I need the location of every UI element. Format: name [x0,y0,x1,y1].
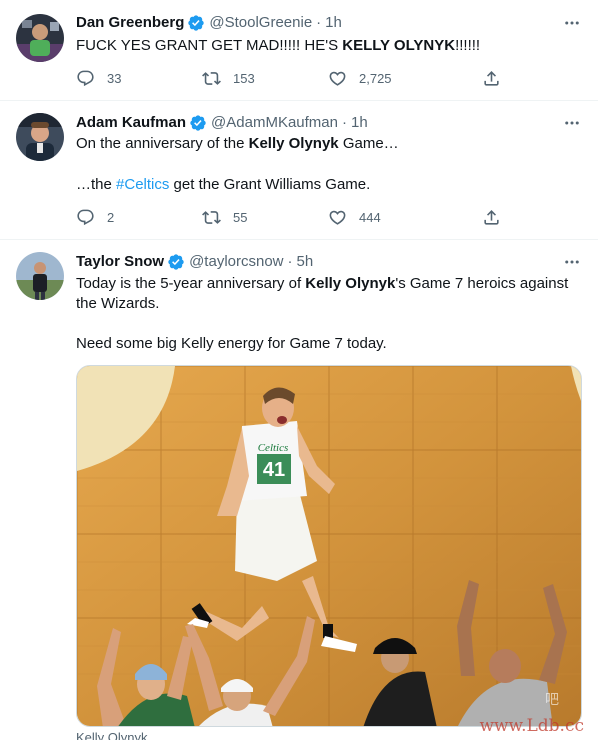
text-segment: …the [76,176,117,193]
reply-icon [76,208,95,227]
like-button[interactable]: 444 [328,208,454,227]
text-segment: Today is the 5-year anniversary of [76,275,306,292]
text-bold: Kelly Olynyk [305,275,396,292]
retweet-count: 55 [233,209,248,225]
more-icon[interactable] [560,251,584,273]
tweet-text-para-2: Need some big Kelly energy for Game 7 to… [76,334,582,354]
author-handle[interactable]: @AdamMKaufman [211,112,338,134]
more-icon[interactable] [560,12,584,34]
timestamp[interactable]: 5h [297,251,314,273]
like-icon [328,69,347,88]
tweet-actions: 2 55 444 [76,206,500,228]
verified-badge-icon [189,114,207,132]
author-handle[interactable]: @taylorcsnow [189,251,283,273]
watermark-cn: 吧 [545,692,559,708]
text-segment: !!!!!! [455,37,481,54]
tweet-media-photo[interactable]: 41 Celtics 吧 [76,365,582,727]
text-segment: Need some big Kelly energy for Game 7 to… [76,335,387,352]
avatar[interactable] [16,14,64,62]
tweet-header: Adam Kaufman @AdamMKaufman · 1h [76,112,368,134]
verified-badge-icon [167,253,185,271]
share-icon[interactable] [482,208,501,227]
verified-badge-icon [187,14,205,32]
text-segment: get the Grant Williams Game. [169,176,371,193]
retweet-button[interactable]: 153 [202,69,328,88]
retweet-icon [202,208,221,227]
text-segment: FUCK YES GRANT GET MAD!!!!! HE'S [76,37,343,54]
like-count: 2,725 [359,70,392,86]
like-button[interactable]: 2,725 [328,69,454,88]
reply-button[interactable]: 33 [76,69,202,88]
tweet-1[interactable]: Dan Greenberg @StoolGreenie · 1h FUCK YE… [0,0,598,101]
tweet-text-line-1: On the anniversary of the Kelly Olynyk G… [76,134,582,154]
tweet-text-line-2: …the #Celtics get the Grant Williams Gam… [76,175,582,195]
like-count: 444 [359,209,381,225]
separator-dot: · [287,253,293,270]
author-name[interactable]: Taylor Snow [76,251,164,273]
timestamp[interactable]: 1h [325,12,342,34]
retweet-icon [202,69,221,88]
separator-dot: · [316,14,322,31]
like-icon [328,208,347,227]
reply-count: 33 [107,70,122,86]
jersey-text: Celtics [258,442,289,454]
watermark: www.Ldb.cc [479,716,584,736]
avatar[interactable] [16,113,64,161]
text-bold: Kelly Olynyk [248,135,339,152]
tweet-header: Taylor Snow @taylorcsnow · 5h [76,251,313,273]
jersey-number: 41 [263,459,285,481]
reply-button[interactable]: 2 [76,208,202,227]
tweet-text: FUCK YES GRANT GET MAD!!!!! HE'S KELLY O… [76,36,582,56]
media-caption: Kelly Olynyk [76,730,148,740]
text-segment: On the anniversary of the [76,135,249,152]
tweet-header: Dan Greenberg @StoolGreenie · 1h [76,12,342,34]
author-name[interactable]: Adam Kaufman [76,112,186,134]
timestamp[interactable]: 1h [351,112,368,134]
author-handle[interactable]: @StoolGreenie [209,12,312,34]
tweet-text-para-1: Today is the 5-year anniversary of Kelly… [76,274,576,314]
retweet-count: 153 [233,70,255,86]
retweet-button[interactable]: 55 [202,208,328,227]
tweet-actions: 33 153 2,725 [76,67,500,89]
hashtag-link[interactable]: #Celtics [116,176,169,193]
more-icon[interactable] [560,112,584,134]
separator-dot: · [341,114,347,131]
author-name[interactable]: Dan Greenberg [76,12,184,34]
text-segment: Game… [338,135,399,152]
reply-icon [76,69,95,88]
avatar[interactable] [16,252,64,300]
tweet-2[interactable]: Adam Kaufman @AdamMKaufman · 1h On the a… [0,101,598,240]
text-bold: KELLY OLYNYK [342,37,456,54]
reply-count: 2 [107,209,115,225]
share-icon[interactable] [482,69,501,88]
